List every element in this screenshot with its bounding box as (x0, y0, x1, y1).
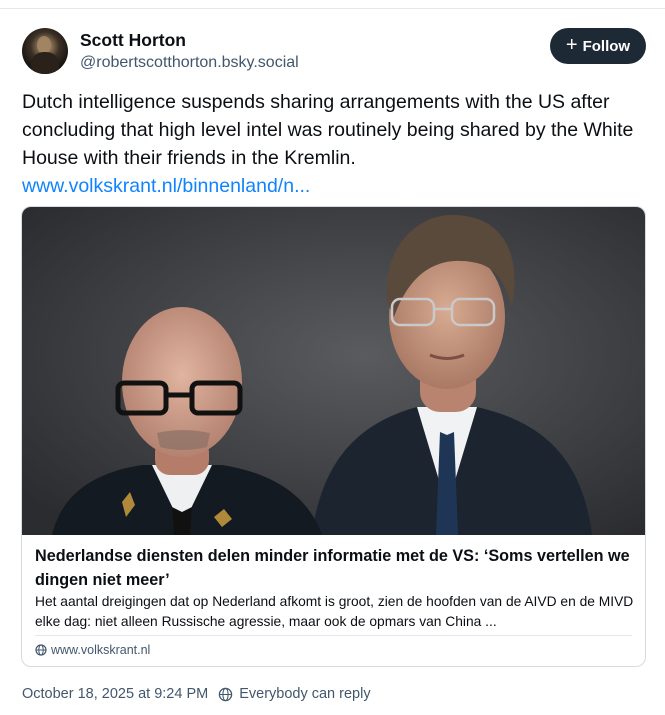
card-domain-row: www.volkskrant.nl (35, 643, 150, 657)
follow-button[interactable]: + Follow (550, 28, 646, 64)
link-preview-card[interactable]: Nederlandse diensten delen minder inform… (21, 206, 646, 667)
author-display-name[interactable]: Scott Horton (80, 30, 186, 51)
card-divider (35, 635, 632, 636)
plus-icon: + (565, 34, 578, 56)
globe-icon (35, 644, 47, 656)
card-description: Het aantal dreigingen dat op Nederland a… (35, 594, 634, 629)
author-avatar[interactable] (22, 28, 68, 74)
author-handle[interactable]: @robertscotthorton.bsky.social (80, 54, 299, 72)
reply-setting-label: Everybody can reply (239, 686, 371, 702)
card-title[interactable]: Nederlandse diensten delen minder inform… (35, 544, 635, 592)
avatar-body-shape (31, 52, 59, 74)
card-image (22, 207, 645, 535)
two-men-portrait-photo (22, 207, 645, 535)
post-footer: October 18, 2025 at 9:24 PM Everybody ca… (22, 686, 371, 702)
top-divider (0, 8, 665, 9)
post-body: Dutch intelligence suspends sharing arra… (22, 88, 646, 200)
reply-setting: Everybody can reply (218, 686, 371, 702)
post-timestamp[interactable]: October 18, 2025 at 9:24 PM (22, 686, 208, 702)
reply-globe-icon (218, 687, 233, 701)
follow-button-label: Follow (582, 37, 631, 55)
post-text: Dutch intelligence suspends sharing arra… (22, 91, 634, 169)
post-link[interactable]: www.volkskrant.nl/binnenland/n... (22, 172, 646, 200)
card-domain: www.volkskrant.nl (51, 643, 151, 657)
